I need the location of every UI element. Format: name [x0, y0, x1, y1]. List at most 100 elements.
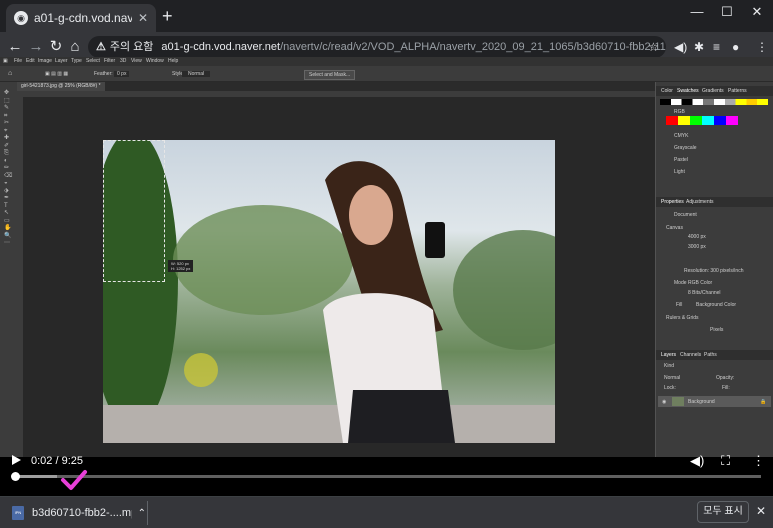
time-display: 0:02 / 9:25 — [31, 455, 83, 467]
more-options-icon[interactable]: ⋮ — [752, 453, 765, 469]
home-icon[interactable]: ⌂ — [66, 38, 84, 56]
ps-layer-row: ◉ Background 🔒 — [658, 396, 771, 407]
ps-lock-label: Lock: — [664, 385, 676, 391]
swatch-magenta — [726, 116, 738, 125]
progress-bar[interactable] — [10, 472, 761, 481]
ps-menu-layer: Layer — [55, 58, 68, 64]
maximize-button[interactable]: ☐ — [712, 4, 742, 20]
ps-mode-label: Mode — [674, 280, 687, 286]
forward-arrow-icon[interactable]: → — [27, 38, 45, 56]
ps-marquee-mode-icons: ▣ ▤ ▥ ▦ — [45, 71, 69, 77]
new-tab-button[interactable]: + — [162, 7, 173, 25]
extensions-puzzle-icon[interactable]: ✱ — [694, 40, 704, 54]
back-arrow-icon[interactable]: ← — [6, 38, 24, 56]
video-file-icon: IPN — [12, 506, 24, 520]
ps-layers-tabs: Layers Channels Paths — [656, 350, 773, 360]
ps-fill-label: Fill — [676, 302, 683, 308]
minimize-button[interactable]: — — [682, 4, 712, 19]
bg-trees — [173, 205, 353, 315]
ps-canvas-height: 3000 px — [688, 244, 706, 250]
tab-strip: ◉ a01-g-cdn.vod.naver.net/navertv ✕ + — … — [0, 0, 773, 32]
reload-icon[interactable]: ↻ — [47, 38, 65, 56]
url-path: /navertv/c/read/v2/VOD_ALPHA/navertv_202… — [280, 41, 666, 53]
profile-avatar-icon[interactable]: ● — [732, 40, 739, 54]
ps-options-bar: ⌂ ▣ ▤ ▥ ▦ Feather: 0 px Style: Normal Se… — [0, 66, 773, 82]
ps-menu-file: File — [14, 58, 23, 64]
ps-fill2-label: Fill: — [722, 385, 730, 391]
ps-properties-document: Document — [674, 212, 697, 218]
ps-swatch-group-pastel: Pastel — [674, 157, 688, 163]
shelf-close-icon[interactable]: ✕ — [756, 504, 766, 518]
address-bar[interactable]: ⚠ 주의 요함 a01-g-cdn.vod.naver.net/navertv/c/… — [88, 36, 666, 58]
swatch-green — [690, 116, 702, 125]
ps-tab-channels: Channels — [680, 352, 702, 358]
video-controls: 0:02 / 9:25 ◀) ⛶ ⋮ — [0, 445, 773, 496]
ps-swatch-group-rgb: RGB — [674, 109, 685, 115]
ps-mode-value: RGB Color — [688, 280, 713, 286]
ps-tab-color: Color — [661, 88, 673, 94]
phone — [425, 222, 445, 258]
download-item[interactable]: IPN b3d60710-fbb2-....mp4 ⌃ — [8, 501, 146, 525]
ps-tab-swatches: Swatches — [677, 88, 699, 94]
ps-menu-type: Type — [71, 58, 82, 64]
tab-title: a01-g-cdn.vod.naver.net/navertv — [34, 11, 132, 25]
ps-canvas-label: Canvas — [666, 225, 683, 231]
ps-recent-swatches — [660, 99, 768, 105]
ps-toolbar: ✥ ⬚ ✎ ⌗ ✂ ⌖ ✚ ✐ ⎘ ◐ ✏ ⌫ ◒ ⬗ ✒ T ↖ ▭ ✋ 🔍 ⋯ — [0, 82, 17, 457]
ps-select-mask-button: Select and Mask... — [304, 70, 356, 80]
ps-menu-help: Help — [168, 58, 179, 64]
ps-rulers-label: Rulers & Grids — [666, 315, 699, 321]
ps-rulers-unit: Pixels — [710, 327, 724, 333]
swatch-cyan — [702, 116, 714, 125]
ps-menu-edit: Edit — [26, 58, 35, 64]
browser-menu-icon[interactable]: ⋮ — [756, 40, 768, 54]
ps-right-panels: Color Swatches Gradients Patterns RGB CM… — [656, 82, 773, 457]
shelf-divider — [147, 501, 148, 525]
media-control-icon[interactable]: ◀) — [674, 40, 687, 54]
selection-size-readout: W: 520 px H: 1252 px — [168, 260, 194, 272]
lock-icon: 🔒 — [760, 399, 767, 405]
ps-home-icon: ⌂ — [8, 70, 13, 77]
ps-logo-icon: ▣ — [3, 58, 8, 64]
play-icon[interactable] — [10, 454, 22, 466]
warning-icon[interactable]: ⚠ — [96, 41, 106, 53]
ps-rgb-swatches — [666, 116, 738, 125]
ps-swatch-group-grayscale: Grayscale — [674, 145, 697, 151]
ps-menu-3d: 3D — [120, 58, 127, 64]
ps-tab-patterns: Patterns — [728, 88, 747, 94]
window-close-button[interactable]: ✕ — [742, 4, 772, 20]
ps-feather-input: 0 px — [114, 71, 130, 77]
swatch-blue — [714, 116, 726, 125]
url-host: a01-g-cdn.vod.naver.net — [161, 41, 281, 53]
ps-tab-layers: Layers — [661, 352, 677, 358]
fullscreen-icon[interactable]: ⛶ — [721, 453, 730, 469]
progress-handle[interactable] — [10, 472, 20, 481]
browser-tab[interactable]: ◉ a01-g-cdn.vod.naver.net/navertv ✕ — [6, 4, 156, 32]
selection-height: H: 1252 px — [171, 266, 191, 271]
download-filename: b3d60710-fbb2-....mp4 — [32, 507, 132, 519]
volume-icon[interactable]: ◀) — [690, 453, 704, 469]
swatch-red — [666, 116, 678, 125]
globe-icon: ◉ — [14, 11, 28, 25]
ps-tool-icons: ✥ ⬚ ✎ ⌗ ✂ ⌖ ✚ ✐ ⎘ ◐ ✏ ⌫ ◒ ⬗ ✒ T ↖ ▭ ✋ 🔍 ⋯ — [4, 90, 13, 246]
ps-tab-paths: Paths — [704, 352, 717, 358]
security-label[interactable]: 주의 요함 — [110, 41, 154, 53]
ps-feather-label: Feather: — [94, 71, 113, 77]
annotation-checkmark-icon — [61, 470, 87, 490]
bookmark-star-icon[interactable]: ☆ — [648, 40, 659, 54]
tab-close-icon[interactable]: ✕ — [138, 11, 148, 25]
ps-bits-value: 8 Bits/Channel — [688, 290, 721, 296]
ps-photo: W: 520 px H: 1252 px — [103, 140, 555, 443]
media-router-icon[interactable]: ≡ — [713, 40, 720, 54]
ps-menu-view: View — [131, 58, 142, 64]
ps-menu-window: Window — [146, 58, 164, 64]
show-all-button[interactable]: 모두 표시 — [697, 501, 749, 523]
download-shelf: IPN b3d60710-fbb2-....mp4 ⌃ 모두 표시 ✕ — [0, 496, 773, 528]
ps-tab-gradients: Gradients — [702, 88, 724, 94]
girl-overalls — [348, 390, 455, 443]
ps-menu-select: Select — [86, 58, 100, 64]
ps-layer-kind: Kind — [664, 363, 675, 369]
girl-face — [349, 185, 393, 245]
eye-icon: ◉ — [662, 399, 667, 405]
chevron-up-icon[interactable]: ⌃ — [138, 508, 146, 519]
